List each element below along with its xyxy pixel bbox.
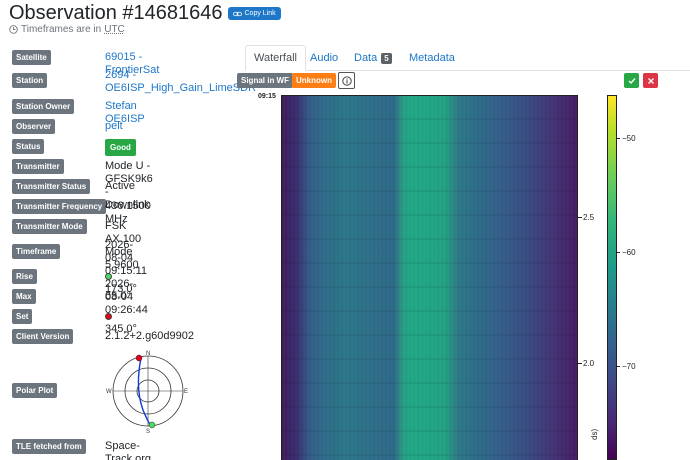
satellite-label: Satellite	[12, 50, 51, 65]
clock-icon	[9, 25, 18, 34]
transmitter-status-label: Transmitter Status	[12, 179, 91, 194]
status-badge: Good	[105, 139, 136, 156]
colorbar-tick-label: −50	[622, 134, 636, 143]
set-label: Set	[12, 309, 33, 324]
y-tick-mark	[578, 217, 582, 218]
station-id: 2694 -	[105, 69, 137, 81]
colorbar-tick-label: −70	[622, 362, 636, 371]
polar-n-label: N	[146, 351, 150, 357]
colorbar	[607, 95, 617, 460]
set-marker-icon	[105, 313, 112, 320]
polar-s-label: S	[146, 429, 150, 434]
tab-metadata[interactable]: Metadata	[401, 45, 463, 71]
set-point	[135, 354, 143, 362]
transmitter-mode-label: Transmitter Mode	[12, 219, 87, 234]
page-header: Observation #14681646 Copy Link	[9, 2, 281, 25]
polar-plot: N E S W	[106, 351, 188, 434]
colorbar-tick-mark	[617, 366, 620, 367]
station-link[interactable]: 2694 - OE6ISP_High_Gain_LimeSDR	[105, 69, 256, 95]
rise-label: Rise	[12, 269, 37, 284]
status-label: Status	[12, 139, 45, 154]
info-icon	[341, 75, 352, 86]
check-icon	[628, 77, 636, 84]
observer-label: Observer	[12, 119, 56, 134]
approve-button[interactable]	[624, 73, 639, 88]
signal-in-wf-button[interactable]: Signal in WF	[237, 73, 293, 88]
timeframe-note: Timeframes are in UTC	[9, 24, 125, 35]
copy-link-label: Copy Link	[244, 10, 276, 17]
polar-w-label: W	[106, 389, 112, 395]
tle-value: Space-Track.org	[105, 440, 152, 460]
info-button[interactable]	[338, 72, 355, 89]
transmitter-status-value: Active	[105, 180, 135, 192]
station-label: Station	[12, 73, 48, 88]
transmitter-frequency-label: Transmitter Frequency	[12, 199, 107, 214]
polar-e-label: E	[184, 389, 188, 395]
y-tick-mark	[578, 363, 582, 364]
rise-marker-icon	[105, 273, 112, 280]
tle-label: TLE fetched from	[12, 439, 86, 454]
waterfall-start-time: 09:15	[258, 93, 276, 100]
polar-plot-label: Polar Plot	[12, 383, 58, 398]
timeframe-prefix: Timeframes are in	[21, 24, 102, 35]
client-version-label: Client Version	[12, 329, 74, 344]
data-count-badge: 5	[381, 52, 392, 64]
tab-bar: Waterfall Audio Data 5 Metadata	[245, 45, 690, 71]
rise-point	[148, 421, 156, 429]
reject-button[interactable]	[643, 73, 658, 88]
max-label: Max	[12, 289, 36, 304]
client-version-value: 2.1.2+2.g60d9902	[105, 330, 195, 342]
tab-waterfall[interactable]: Waterfall	[245, 45, 306, 71]
y-tick-label: 2.0	[583, 359, 595, 368]
observer-link[interactable]: pelt	[105, 120, 123, 133]
y-tick-label: 2.5	[583, 213, 595, 222]
timeframe-label: Timeframe	[12, 244, 61, 259]
page-title: Observation #14681646	[9, 2, 223, 24]
y-axis-title: ds)	[590, 428, 599, 440]
transmitter-label: Transmitter	[12, 159, 64, 174]
timeframe-start-date: 2026-08-04	[105, 239, 134, 264]
tab-audio[interactable]: Audio	[302, 45, 346, 71]
max-value: 65.0°	[105, 290, 131, 302]
tab-data-label: Data	[354, 52, 378, 64]
link-icon	[232, 11, 242, 16]
waterfall-frame	[281, 95, 578, 460]
unknown-status-button[interactable]: Unknown	[292, 73, 336, 88]
close-icon	[647, 77, 654, 84]
colorbar-tick-mark	[617, 138, 620, 139]
colorbar-tick-mark	[617, 252, 620, 253]
copy-link-button[interactable]: Copy Link	[227, 7, 281, 20]
status-value: Good	[105, 139, 136, 156]
timeframe-zone: UTC	[104, 24, 125, 35]
station-owner-label: Station Owner	[12, 99, 75, 114]
tab-data[interactable]: Data 5	[346, 45, 400, 71]
station-name: OE6ISP_High_Gain_LimeSDR	[105, 82, 257, 94]
colorbar-tick-label: −60	[622, 248, 636, 257]
